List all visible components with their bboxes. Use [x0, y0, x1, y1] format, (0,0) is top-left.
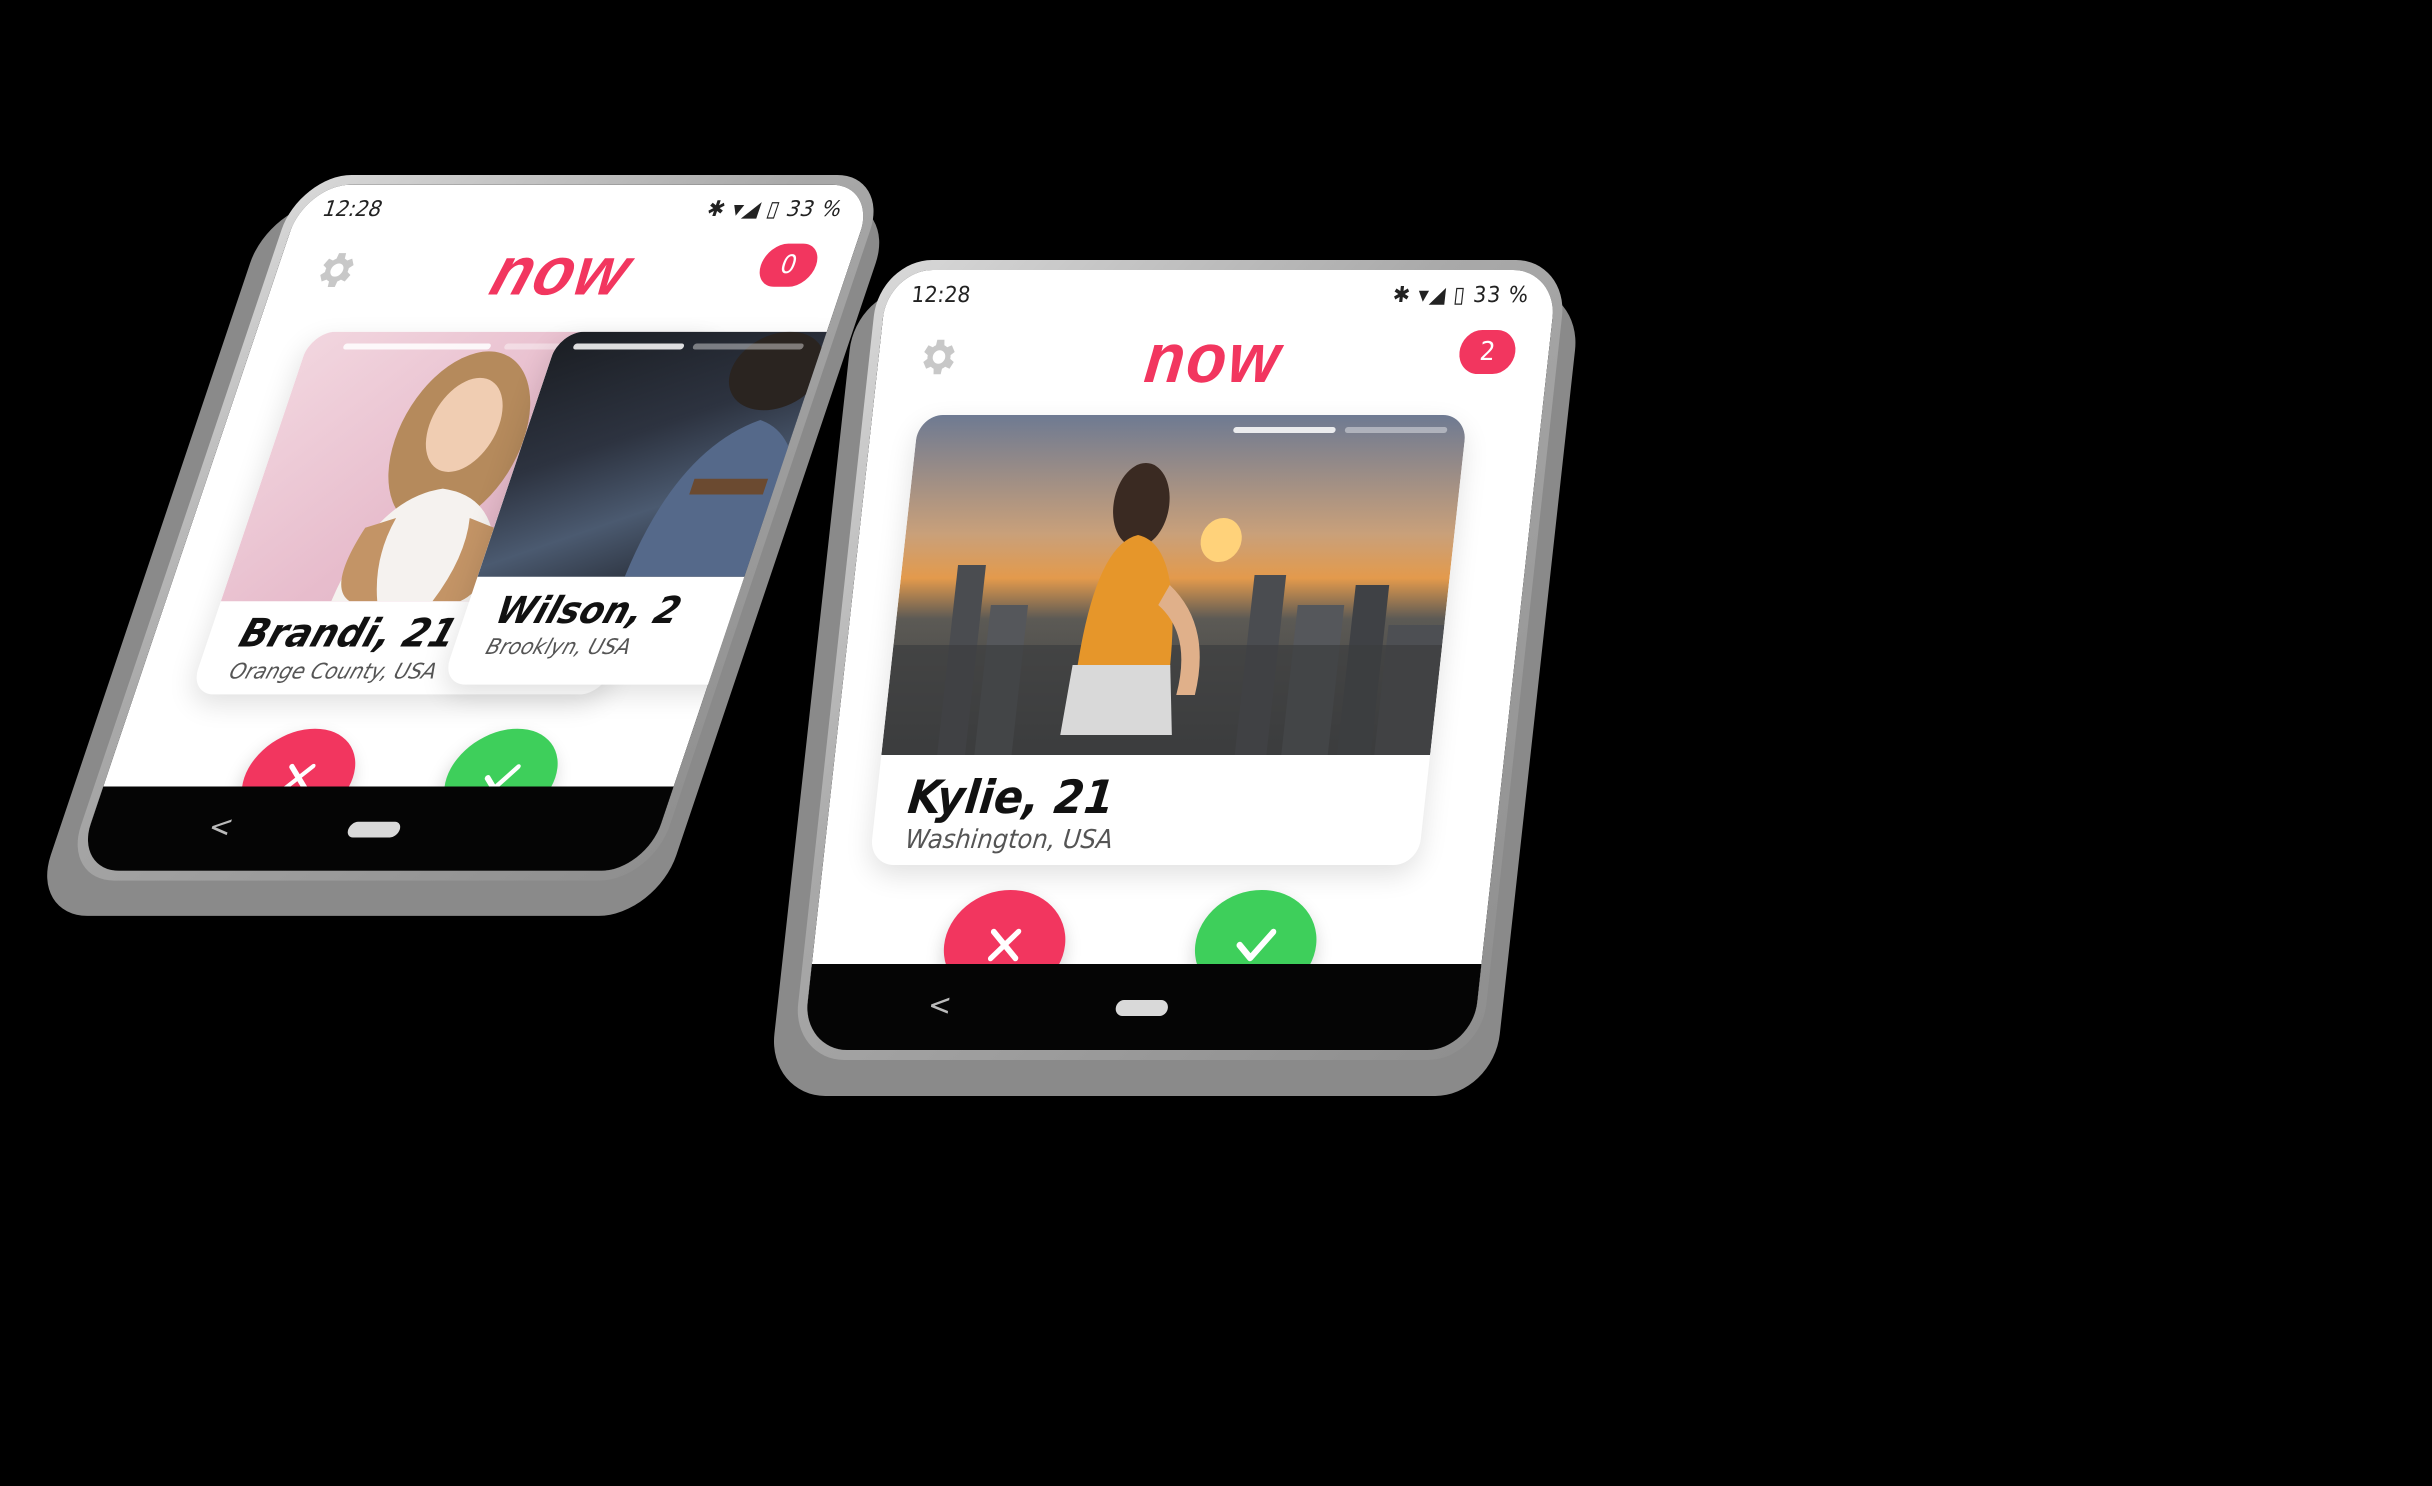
photo-progress-2: [1344, 427, 1448, 433]
app-logo: now: [1141, 319, 1286, 397]
profile-location: Orange County, USA: [225, 660, 441, 685]
nav-back-icon[interactable]: <: [926, 988, 953, 1023]
app-header: now 0: [262, 226, 862, 314]
status-bar: 12:28 ✱ ▾◢ ▯ 33 %: [318, 195, 847, 224]
status-time: 12:28: [910, 282, 972, 308]
profile-name: Kylie, 21: [905, 770, 1118, 824]
app-header: now 2: [874, 312, 1554, 402]
profile-name: Brandi, 21: [233, 611, 464, 657]
phone-right-face: 12:28 ✱ ▾◢ ▯ 33 % now 2 Kylie, 21 Washin…: [802, 270, 1558, 1050]
profile-name: Wilson, 2: [490, 588, 687, 632]
photo-progress-1: [572, 343, 685, 350]
city-skyline: [881, 463, 1445, 755]
profile-card-kylie[interactable]: Kylie, 21 Washington, USA: [869, 415, 1468, 865]
nav-home-pill[interactable]: [1114, 1000, 1169, 1016]
phone-right: 12:28 ✱ ▾◢ ▯ 33 % now 2 Kylie, 21 Washin…: [767, 260, 1582, 1096]
phone-left: 12:28 ✱ ▾◢ ▯ 33 % now 0 Wilson, 2 Brookl…: [30, 175, 897, 916]
phone-right-screen: 12:28 ✱ ▾◢ ▯ 33 % now 2 Kylie, 21 Washin…: [802, 270, 1558, 1050]
photo-progress-1: [342, 343, 492, 350]
photo-progress-1: [1232, 427, 1336, 433]
status-icons: ✱ ▾◢ ▯ 33 %: [703, 197, 847, 222]
status-time: 12:28: [319, 197, 386, 222]
status-icons: ✱ ▾◢ ▯ 33 %: [1391, 282, 1531, 308]
profile-photo: [881, 415, 1468, 755]
status-bar: 12:28 ✱ ▾◢ ▯ 33 %: [910, 280, 1531, 310]
photo-progress-2: [692, 343, 805, 350]
nav-back-icon[interactable]: <: [203, 810, 238, 844]
android-nav-bar: <: [802, 964, 1482, 1050]
nav-home-pill[interactable]: [345, 821, 403, 838]
phone-left-screen: 12:28 ✱ ▾◢ ▯ 33 % now 0 Wilson, 2 Brookl…: [74, 184, 877, 871]
profile-location: Washington, USA: [903, 825, 1115, 855]
profile-location: Brooklyn, USA: [482, 635, 635, 661]
phone-left-face: 12:28 ✱ ▾◢ ▯ 33 % now 0 Wilson, 2 Brookl…: [74, 184, 877, 871]
close-icon: [987, 928, 1022, 962]
android-nav-bar: <: [74, 786, 674, 871]
